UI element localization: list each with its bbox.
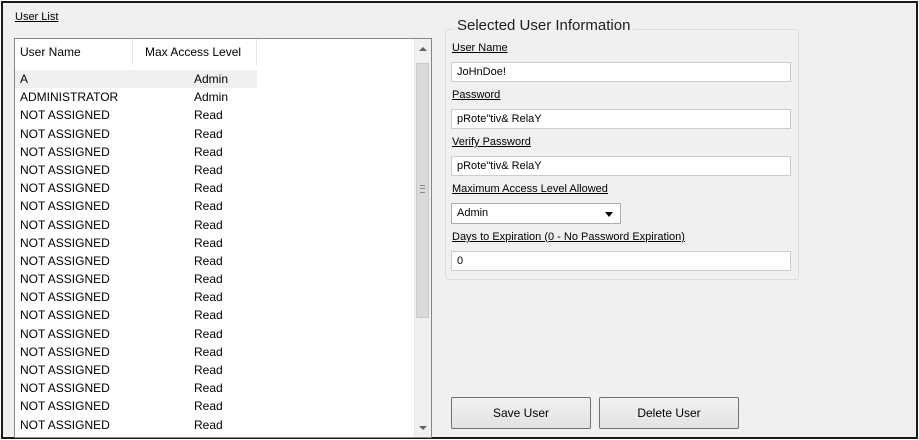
- access-level-cell: Read: [194, 326, 223, 341]
- list-item[interactable]: A Admin: [15, 70, 415, 89]
- user-name-cell: A: [15, 70, 133, 89]
- list-item[interactable]: NOT ASSIGNED Read: [15, 216, 415, 234]
- list-item[interactable]: NOT ASSIGNED Read: [15, 343, 415, 361]
- scroll-up-arrow-icon[interactable]: [419, 47, 427, 51]
- list-item[interactable]: NOT ASSIGNED Read: [15, 306, 415, 324]
- list-item[interactable]: NOT ASSIGNED Read: [15, 106, 415, 124]
- access-level-cell: Read: [194, 381, 223, 396]
- access-level-cell: Read: [194, 253, 223, 268]
- user-rows: A Admin ADMINISTRATOR Admin NOT ASSIGNED Read…: [15, 70, 415, 437]
- user-name-cell: NOT ASSIGNED: [20, 235, 110, 250]
- list-header: User Name Max Access Level: [15, 39, 415, 65]
- days-to-expiration-field[interactable]: 0: [451, 251, 791, 271]
- access-level-cell: Read: [194, 290, 223, 305]
- user-name-cell: NOT ASSIGNED: [20, 363, 110, 377]
- access-level-cell: Read: [194, 363, 223, 377]
- list-item[interactable]: NOT ASSIGNED Read: [15, 252, 415, 270]
- user-name-cell: NOT ASSIGNED: [20, 199, 110, 214]
- user-name-cell: NOT ASSIGNED: [20, 162, 110, 177]
- chevron-down-icon[interactable]: [605, 212, 613, 217]
- scrollbar-thumb[interactable]: [416, 63, 429, 318]
- access-level-cell: Admin: [194, 90, 229, 105]
- user-name-field[interactable]: JoHnDoe!: [451, 62, 791, 82]
- user-name-cell: NOT ASSIGNED: [20, 217, 110, 232]
- user-name-cell: NOT ASSIGNED: [20, 326, 110, 341]
- access-level-cell: Read: [133, 434, 257, 437]
- access-level-cell: Read: [194, 344, 223, 359]
- access-level-cell: Read: [194, 108, 223, 123]
- list-item[interactable]: NOT ASSIGNED Read: [15, 161, 415, 179]
- days-to-expiration-label: Days to Expiration (0 - No Password Expi…: [452, 231, 685, 243]
- list-item[interactable]: NOT ASSIGNEDRead: [15, 434, 415, 437]
- list-item[interactable]: NOT ASSIGNED Read: [15, 379, 415, 397]
- max-access-level-select[interactable]: Admin: [451, 203, 621, 224]
- user-name-cell: NOT ASSIGNED: [20, 181, 110, 196]
- list-item[interactable]: NOT ASSIGNED Read: [15, 179, 415, 197]
- user-name-cell: NOT ASSIGNED: [20, 417, 110, 432]
- list-item[interactable]: NOT ASSIGNED Read: [15, 197, 415, 215]
- user-name-cell: ADMINISTRATOR: [20, 90, 119, 105]
- access-level-cell: Read: [194, 308, 223, 323]
- access-level-cell: Read: [194, 126, 223, 141]
- max-access-level-value: Admin: [457, 207, 489, 219]
- list-item[interactable]: NOT ASSIGNED Read: [15, 143, 415, 161]
- list-item[interactable]: NOT ASSIGNED Read: [15, 288, 415, 306]
- delete-user-button[interactable]: Delete User: [599, 397, 739, 429]
- access-level-cell: Read: [194, 417, 223, 432]
- user-name-cell: NOT ASSIGNED: [20, 344, 110, 359]
- user-name-cell: NOT ASSIGNED: [15, 434, 133, 437]
- vertical-scrollbar[interactable]: [414, 39, 431, 437]
- user-name-cell: NOT ASSIGNED: [20, 253, 110, 268]
- list-item[interactable]: NOT ASSIGNED Read: [15, 361, 415, 379]
- user-name-cell: NOT ASSIGNED: [20, 126, 110, 141]
- password-field[interactable]: pRote"tiv& RelaY: [451, 109, 791, 129]
- user-name-cell: NOT ASSIGNED: [20, 381, 110, 396]
- user-name-cell: NOT ASSIGNED: [20, 108, 110, 123]
- access-level-cell: Admin: [133, 70, 257, 89]
- list-item[interactable]: NOT ASSIGNED Read: [15, 397, 415, 415]
- list-item[interactable]: ADMINISTRATOR Admin: [15, 88, 415, 106]
- password-label: Password: [452, 89, 501, 101]
- access-level-cell: Read: [194, 144, 223, 159]
- column-header-user-name[interactable]: User Name: [15, 39, 133, 65]
- access-level-cell: Read: [194, 399, 223, 414]
- max-access-level-label: Maximum Access Level Allowed: [452, 183, 608, 195]
- group-title: Selected User Information: [454, 17, 634, 34]
- user-name-cell: NOT ASSIGNED: [20, 308, 110, 323]
- user-list-label: User List: [15, 11, 59, 23]
- scroll-down-arrow-icon[interactable]: [419, 426, 427, 430]
- access-level-cell: Read: [194, 181, 223, 196]
- user-name-cell: NOT ASSIGNED: [20, 399, 110, 414]
- list-item[interactable]: NOT ASSIGNED Read: [15, 325, 415, 343]
- list-item[interactable]: NOT ASSIGNED Read: [15, 270, 415, 288]
- user-name-cell: NOT ASSIGNED: [20, 290, 110, 305]
- list-item[interactable]: NOT ASSIGNEDRead: [15, 416, 415, 434]
- scroll-grip-icon: [420, 185, 425, 193]
- user-name-cell: NOT ASSIGNED: [20, 272, 110, 287]
- list-item[interactable]: NOT ASSIGNED Read: [15, 234, 415, 252]
- verify-password-field[interactable]: pRote"tiv& RelaY: [451, 156, 791, 176]
- list-item[interactable]: NOT ASSIGNED Read: [15, 125, 415, 143]
- column-header-filler: [257, 39, 415, 65]
- user-list[interactable]: User Name Max Access Level A Admin ADMINIS…: [14, 38, 432, 438]
- verify-password-label: Verify Password: [452, 136, 531, 148]
- user-name-label: User Name: [452, 42, 508, 54]
- access-level-cell: Read: [194, 235, 223, 250]
- access-level-cell: Read: [194, 272, 223, 287]
- column-header-max-access-level[interactable]: Max Access Level: [133, 39, 257, 65]
- access-level-cell: Read: [194, 217, 223, 232]
- access-level-cell: Read: [194, 162, 223, 177]
- access-level-cell: Read: [194, 199, 223, 214]
- user-name-cell: NOT ASSIGNED: [20, 144, 110, 159]
- save-user-button[interactable]: Save User: [451, 397, 591, 429]
